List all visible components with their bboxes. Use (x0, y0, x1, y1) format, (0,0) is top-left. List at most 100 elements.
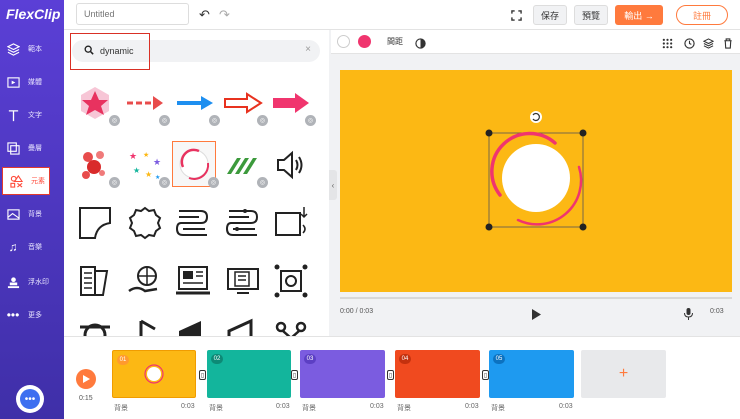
sidebar-item-label: 音樂 (28, 244, 42, 251)
project-title-input[interactable] (76, 3, 189, 25)
element-list-dots[interactable] (222, 202, 264, 244)
sidebar-item-background[interactable]: 背景 (0, 198, 64, 230)
element-list-flow[interactable] (172, 202, 214, 244)
clip-2[interactable]: 02 (207, 350, 291, 398)
element-monitor-doc[interactable] (222, 260, 264, 302)
help-chat-button[interactable]: ••• (16, 385, 44, 413)
timeline: 0:15 01 背景 0:03 ▯ 02 背景 0:03 ▯ 03 背景 0:0… (64, 336, 740, 419)
add-clip-button[interactable]: + (581, 350, 666, 398)
preview-button[interactable]: 預覽 (574, 5, 608, 25)
current-time: 0:00 / 0:03 (340, 308, 374, 315)
clip-3[interactable]: 03 (300, 350, 385, 398)
redo-icon[interactable]: ↷ (219, 7, 230, 23)
transition-button[interactable]: ▯ (387, 370, 394, 380)
chat-icon: ••• (20, 389, 40, 409)
element-frame-arrow[interactable] (270, 202, 312, 244)
sidebar-item-watermark[interactable]: 浮水印 (0, 266, 64, 298)
element-scissors-partial[interactable] (270, 314, 312, 336)
clip-number: 02 (211, 354, 223, 364)
collapse-panel-button[interactable]: ‹ (329, 170, 337, 200)
play-all-button[interactable] (76, 369, 96, 389)
editor-toolbar: 間距 (331, 30, 740, 54)
element-hearts[interactable]: ◎ (74, 144, 120, 188)
duration: 0:03 (710, 308, 724, 315)
clip-4[interactable]: 04 (395, 350, 480, 398)
undo-icon[interactable]: ↶ (199, 7, 210, 23)
transition-button[interactable]: ▯ (291, 370, 298, 380)
transition-button[interactable]: ▯ (199, 370, 206, 380)
chevron-left-icon: ‹ (331, 180, 335, 190)
clip-1[interactable]: 01 (112, 350, 196, 398)
element-badge-shape[interactable] (124, 202, 166, 244)
music-icon: ♫ (8, 240, 18, 254)
element-outline-arrow[interactable]: ◎ (222, 82, 268, 126)
element-star-hexagon[interactable]: ◎ (74, 82, 120, 126)
premium-badge-icon: ◎ (208, 177, 219, 188)
more-icon: ••• (6, 308, 20, 322)
opacity-icon[interactable] (415, 36, 426, 54)
element-speaker[interactable] (270, 144, 312, 186)
element-corner-shape[interactable] (74, 202, 116, 244)
transition-button[interactable]: ▯ (482, 370, 489, 380)
microphone-icon[interactable] (684, 307, 693, 325)
premium-badge-icon: ◎ (257, 177, 268, 188)
export-button[interactable]: 輸出 → (615, 5, 663, 25)
svg-text:★: ★ (145, 170, 152, 179)
element-megaphone-partial[interactable] (172, 314, 214, 336)
clock-icon[interactable] (684, 36, 695, 54)
element-network-box[interactable] (270, 260, 312, 302)
element-dashed-arrow[interactable]: ◎ (124, 82, 170, 126)
element-pink-ring-selected[interactable]: ◎ (172, 141, 219, 188)
clip-5[interactable]: 05 (489, 350, 574, 398)
sidebar-item-text[interactable]: 文字 (0, 99, 64, 131)
layers-stack-icon[interactable] (702, 36, 715, 54)
clip-time: 0:03 (181, 403, 195, 410)
element-globe-hand[interactable] (124, 260, 166, 302)
player-controls: 0:00 / 0:03 0:03 (331, 296, 740, 336)
premium-badge-icon: ◎ (305, 115, 316, 126)
grid-icon[interactable] (662, 36, 673, 54)
element-confetti-stars[interactable]: ★ ★ ★ ★ ★ ★ ◎ (124, 144, 170, 188)
elements-panel: × ◎ ◎ ◎ ◎ ◎ ◎ ★★★★★★ ◎ ◎ ◎ (64, 30, 329, 336)
stroke-color-swatch[interactable] (358, 35, 371, 48)
spacing-button[interactable]: 間距 (387, 36, 403, 47)
save-button[interactable]: 保存 (533, 5, 567, 25)
clip-label: 背景 (114, 405, 128, 412)
fullscreen-icon[interactable] (511, 8, 522, 26)
premium-badge-icon: ◎ (109, 115, 120, 126)
sidebar-item-more[interactable]: ••• 更多 (0, 299, 64, 331)
element-green-stripes[interactable]: ◎ (222, 144, 268, 188)
progress-track[interactable] (340, 297, 732, 299)
fill-color-swatch[interactable] (337, 35, 350, 48)
element-blue-arrow[interactable]: ◎ (174, 82, 220, 126)
register-button[interactable]: 註冊 (676, 5, 728, 25)
trash-icon[interactable] (723, 36, 733, 54)
play-icon (82, 370, 90, 388)
text-icon (6, 108, 20, 122)
play-icon[interactable] (531, 307, 541, 325)
element-gears-partial[interactable] (74, 314, 116, 336)
sidebar-item-label: 疊層 (28, 145, 42, 152)
clip-number: 05 (493, 354, 505, 364)
element-pink-arrow[interactable]: ◎ (270, 82, 316, 126)
svg-text:★: ★ (133, 166, 140, 175)
sidebar-item-media[interactable]: 媒體 (0, 66, 64, 98)
clip-label: 背景 (209, 405, 223, 412)
sidebar-item-label: 背景 (28, 211, 42, 218)
element-music-partial[interactable] (124, 314, 166, 336)
element-documents[interactable] (74, 260, 116, 302)
sidebar-item-overlay[interactable]: 疊層 (0, 132, 64, 164)
premium-badge-icon: ◎ (159, 177, 170, 188)
clip-time: 0:03 (276, 403, 290, 410)
clip-label: 背景 (491, 405, 505, 412)
clear-search-icon[interactable]: × (305, 44, 311, 55)
premium-badge-icon: ◎ (109, 177, 120, 188)
element-laptop-news[interactable] (172, 260, 214, 302)
watermark-icon (6, 275, 20, 289)
sidebar-item-music[interactable]: ♫ 音樂 (0, 231, 64, 263)
media-icon (6, 75, 20, 89)
sidebar-item-elements[interactable]: 元素 (2, 167, 50, 195)
element-megaphone2-partial[interactable] (222, 314, 264, 336)
sidebar-item-templates[interactable]: 範本 (0, 33, 64, 65)
video-canvas[interactable] (340, 70, 732, 292)
